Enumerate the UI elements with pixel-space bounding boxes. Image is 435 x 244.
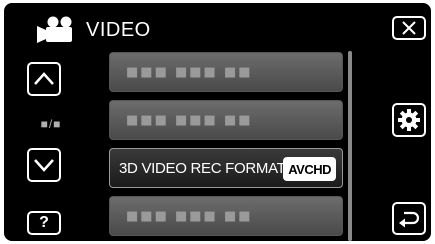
scroll-thumb[interactable] [348,51,352,241]
page-indicator: ■/■ [40,117,62,131]
scroll-up-button[interactable] [27,62,61,96]
menu-item[interactable]: ■■■ ■■■ ■■ [109,100,343,140]
help-button[interactable]: ? [27,211,61,235]
title-bar: VIDEO [36,13,151,47]
scroll-down-button[interactable] [27,148,61,182]
menu-item-3d-video-rec-format[interactable]: 3D VIDEO REC FORMAT AVCHD [109,148,343,188]
menu-item-label: ■■■ ■■■ ■■ [126,112,253,128]
menu-item[interactable]: ■■■ ■■■ ■■ [109,52,343,92]
menu-item-label: ■■■ ■■■ ■■ [126,208,253,224]
page-title: VIDEO [86,18,151,41]
gear-icon [398,109,420,131]
return-arrow-icon [399,211,420,227]
menu-item-label: ■■■ ■■■ ■■ [126,64,253,80]
camera-menu-screen: VIDEO ■/■ ? ■■■ ■■■ ■■ ■■■ ■■■ ■■ 3D VID… [4,3,431,241]
video-camera-icon [37,16,72,43]
settings-button[interactable] [392,103,426,137]
chevron-down-icon [34,159,54,172]
help-label: ? [39,214,49,231]
back-button[interactable] [392,202,426,235]
close-icon [402,21,416,35]
setting-value-badge: AVCHD [283,157,336,181]
menu-item-label: 3D VIDEO REC FORMAT [119,159,286,177]
scrollbar[interactable] [348,51,352,241]
chevron-up-icon [34,72,54,85]
close-button[interactable] [392,16,426,40]
menu-item[interactable]: ■■■ ■■■ ■■ [109,196,343,236]
